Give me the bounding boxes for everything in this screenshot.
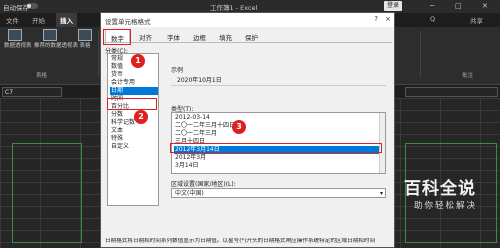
selected-range	[12, 143, 82, 243]
recommended-pivot-button[interactable]: 推荐的数据透视表	[34, 29, 79, 50]
chevron-down-icon: ▾	[379, 190, 383, 197]
highlight-date-category	[107, 98, 157, 110]
category-item-selected[interactable]: 日期	[110, 87, 158, 95]
group-tables-label: 表格	[36, 73, 48, 79]
type-item[interactable]: 2012-03-14	[174, 114, 384, 122]
format-description: 日期格式将日期和时间系列数值显示为日期值。以星号(*)开头的日期格式响应操作系统…	[105, 238, 376, 244]
pivot-table-label: 数据透视表	[4, 43, 32, 49]
category-item[interactable]: 特殊	[110, 135, 158, 143]
autosave-label: 自动保存	[3, 4, 29, 12]
ribbon-separator	[420, 31, 421, 77]
locale-label: 区域设置(国家/地区)(L):	[171, 181, 236, 188]
pivot-table-button[interactable]: 数据透视表	[4, 29, 32, 50]
step-badge-1: 1	[131, 54, 145, 68]
dialog-title: 设置单元格格式	[105, 18, 151, 26]
login-button[interactable]: 登录	[384, 1, 402, 11]
pivot-table-icon	[8, 29, 22, 41]
table-button[interactable]: 表格	[74, 29, 96, 50]
category-item[interactable]: 自定义	[110, 143, 158, 151]
category-item[interactable]: 文本	[110, 127, 158, 135]
tab-alignment[interactable]: 对齐	[139, 32, 152, 42]
workbook-title: 工作簿1 - Excel	[210, 4, 258, 12]
autosave-toggle[interactable]	[26, 3, 38, 9]
minimize-icon[interactable]: ─	[430, 2, 434, 10]
type-item[interactable]: 2012年3月	[174, 154, 384, 162]
tab-home[interactable]: 开始	[32, 15, 45, 25]
step-badge-3: 3	[232, 120, 246, 134]
sample-value: 2020年10月1日	[177, 77, 222, 84]
tab-protection[interactable]: 保护	[245, 32, 258, 42]
sample-divider	[171, 85, 386, 86]
tab-fill[interactable]: 填充	[219, 32, 232, 42]
group-comments-label: 批注	[462, 73, 474, 79]
locale-value: 中文(中国)	[175, 190, 204, 197]
recommended-pivot-label: 推荐的数据透视表	[34, 43, 79, 49]
dialog-tabs: 数字 对齐 字体 边框 填充 保护	[101, 29, 394, 44]
recommended-pivot-icon	[43, 29, 57, 41]
tab-border[interactable]: 边框	[193, 32, 206, 42]
type-item[interactable]: 3月14日	[174, 162, 384, 170]
step-badge-2: 2	[134, 110, 148, 124]
sample-label: 示例	[171, 67, 184, 74]
close-icon[interactable]: ✕	[482, 2, 488, 10]
tab-file[interactable]: 文件	[6, 15, 19, 25]
tab-insert[interactable]: 插入	[56, 13, 77, 27]
format-cells-dialog: 设置单元格格式 ? × 数字 对齐 字体 边框 填充 保护 分类(C): 常规 …	[100, 12, 395, 248]
tab-divider	[103, 42, 392, 43]
table-icon	[78, 29, 92, 41]
share-button[interactable]: 共享	[470, 15, 483, 25]
formula-input[interactable]	[405, 87, 498, 97]
type-item[interactable]: 二〇一二年三月	[174, 130, 384, 138]
tab-font[interactable]: 字体	[167, 32, 180, 42]
category-list[interactable]: 常规 数值 货币 会计专用 日期 时间 百分比 分数 科学记数 文本 特殊 自定…	[107, 53, 159, 206]
restore-icon[interactable]: □	[455, 2, 462, 10]
category-item[interactable]: 会计专用	[110, 79, 158, 87]
dialog-title-bar: 设置单元格格式 ? ×	[101, 13, 394, 27]
search-icon[interactable]: Q	[430, 15, 435, 23]
ribbon-separator	[98, 31, 99, 77]
watermark-title: 百科全说	[404, 179, 476, 199]
watermark-subtitle: 助你轻松解决	[414, 201, 478, 211]
type-item[interactable]: 二〇一二年三月十四日	[174, 122, 384, 130]
name-box[interactable]: C7	[2, 87, 62, 97]
table-label: 表格	[79, 43, 91, 49]
highlight-date-type	[170, 143, 382, 153]
highlight-number-tab	[103, 29, 131, 45]
category-item[interactable]: 货币	[110, 71, 158, 79]
locale-select[interactable]: 中文(中国) ▾	[171, 188, 386, 198]
help-icon[interactable]: ?	[374, 15, 378, 23]
close-icon[interactable]: ×	[385, 15, 391, 23]
